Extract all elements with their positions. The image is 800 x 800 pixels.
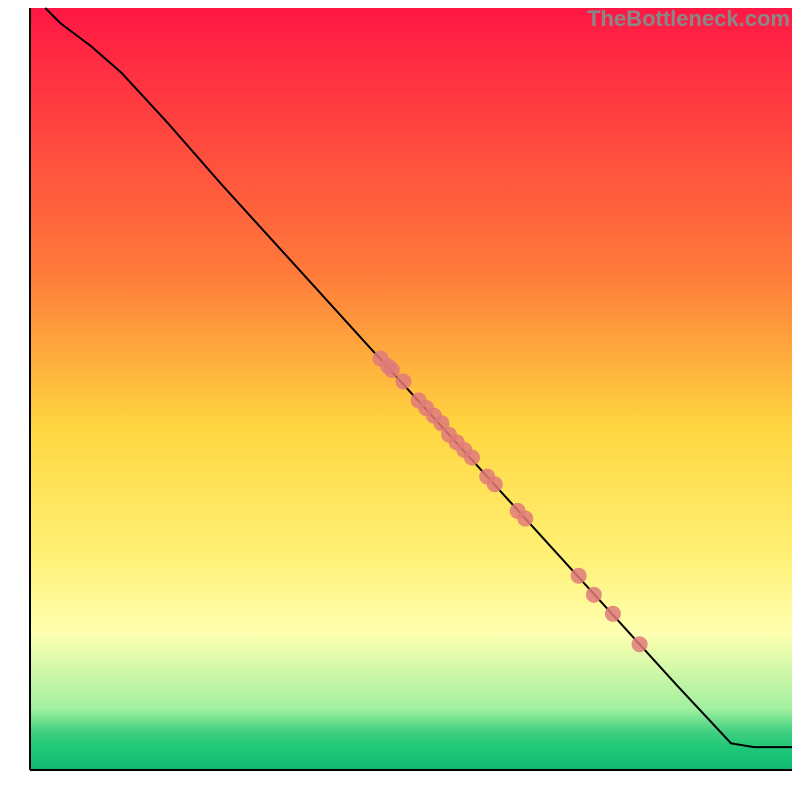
plot-background [30, 8, 792, 770]
data-point [632, 636, 648, 652]
data-point [571, 568, 587, 584]
data-point [487, 476, 503, 492]
data-point [384, 362, 400, 378]
watermark-label: TheBottleneck.com [587, 6, 790, 32]
chart-svg [0, 0, 800, 800]
data-point [517, 511, 533, 527]
chart-container: TheBottleneck.com [0, 0, 800, 800]
data-point [395, 373, 411, 389]
data-point [586, 587, 602, 603]
data-point [464, 450, 480, 466]
data-point [605, 606, 621, 622]
